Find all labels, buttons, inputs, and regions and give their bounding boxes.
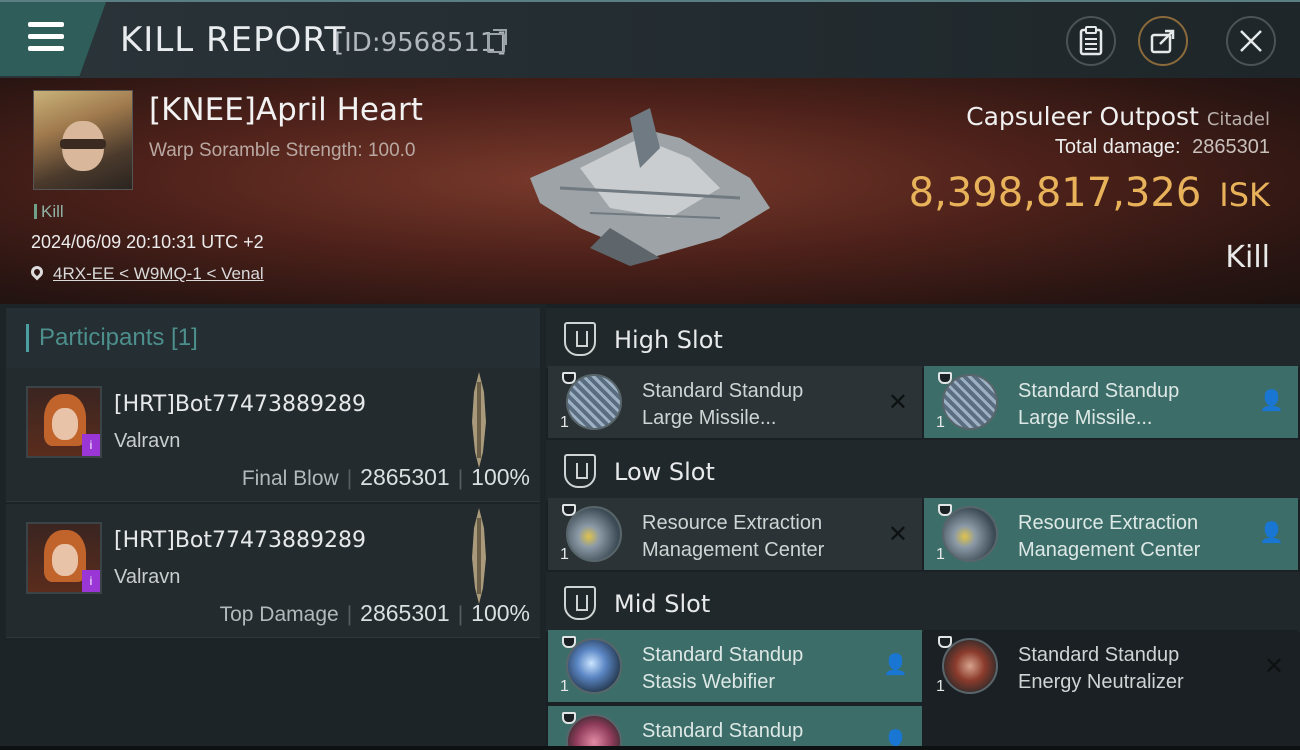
- victim-structure: Capsuleer Outpost Citadel: [966, 102, 1270, 131]
- low-slot-label: Low Slot: [614, 458, 715, 486]
- high-slot-label: High Slot: [614, 326, 723, 354]
- missile-launcher-icon: [938, 372, 998, 430]
- participant-stats: Final Blow | 2865301 | 100%: [241, 464, 530, 490]
- participant-ship: Valravn: [114, 430, 181, 452]
- destroyed-icon: ✕: [1263, 653, 1284, 680]
- extraction-center-icon: [562, 504, 622, 562]
- module-quantity: 1: [560, 414, 569, 431]
- hamburger-menu-icon[interactable]: [28, 22, 64, 52]
- module-item[interactable]: Standard Standup 👤: [548, 706, 922, 750]
- module-name: Standard Standup: [642, 720, 804, 742]
- high-slot-header: High Slot: [546, 308, 1300, 368]
- close-button[interactable]: [1226, 16, 1276, 66]
- participant-ship: Valravn: [114, 566, 181, 588]
- report-id: [ID:9568511]: [334, 28, 507, 58]
- participant-role: Final Blow: [241, 467, 339, 490]
- share-icon: [1150, 29, 1175, 54]
- module-quantity: 1: [560, 678, 569, 695]
- clipboard-button[interactable]: [1066, 16, 1116, 66]
- slot-shield-icon: [564, 586, 596, 620]
- missile-launcher-icon: [562, 372, 622, 430]
- module-name: Resource Extraction Management Center: [642, 512, 825, 561]
- copy-id-icon[interactable]: [487, 29, 507, 53]
- total-damage: Total damage: 2865301: [1055, 136, 1270, 159]
- module-name: Resource Extraction Management Center: [1018, 512, 1201, 561]
- module-item[interactable]: 1 Standard Standup Large Missile... ✕: [548, 366, 922, 438]
- location-pin-icon: [28, 263, 46, 281]
- participant-damage: 2865301: [360, 464, 450, 490]
- participant-stats: Top Damage | 2865301 | 100%: [219, 600, 530, 626]
- module-name: Standard Standup Large Missile...: [642, 380, 804, 429]
- participant-card[interactable]: i [HRT]Bot77473889289 Valravn Final Blow…: [6, 368, 540, 502]
- corp-badge-icon: i: [82, 434, 100, 456]
- module-item[interactable]: 1 Standard Standup Energy Neutralizer ✕: [924, 630, 1298, 702]
- total-damage-value: 2865301: [1192, 136, 1270, 158]
- dropped-person-icon: 👤: [883, 654, 908, 676]
- kill-tag: Kill: [34, 202, 64, 222]
- low-slot-header: Low Slot: [546, 440, 1300, 500]
- dropped-person-icon: 👤: [1259, 522, 1284, 544]
- fitting-panel: High Slot 1 Standard Standup Large Missil…: [546, 304, 1300, 750]
- bottom-border: [0, 746, 1300, 750]
- participant-damage: 2865301: [360, 600, 450, 626]
- warp-scramble-strength: Warp Soramble Strength: 100.0: [149, 140, 416, 161]
- module-item[interactable]: 1 Standard Standup Large Missile... 👤: [924, 366, 1298, 438]
- module-item[interactable]: 1 Resource Extraction Management Center 👤: [924, 498, 1298, 570]
- isk-unit: ISK: [1219, 176, 1270, 214]
- menu-tab[interactable]: [0, 2, 106, 76]
- module-name: Standard Standup Large Missile...: [1018, 380, 1180, 429]
- participant-name[interactable]: [HRT]Bot77473889289: [114, 392, 366, 417]
- participant-card[interactable]: i [HRT]Bot77473889289 Valravn Top Damage…: [6, 504, 540, 638]
- share-button[interactable]: [1138, 16, 1188, 66]
- kill-result: Kill: [1225, 240, 1270, 275]
- slot-shield-icon: [564, 454, 596, 488]
- module-quantity: 1: [936, 678, 945, 695]
- kill-location[interactable]: 4RX-EE < W9MQ-1 < Venal: [28, 263, 264, 284]
- dropped-person-icon: 👤: [1259, 390, 1284, 412]
- participant-percent: 100%: [471, 464, 530, 490]
- participants-title: Participants [1]: [26, 324, 198, 352]
- module-quantity: 1: [560, 546, 569, 563]
- slot-shield-icon: [564, 322, 596, 356]
- participant-percent: 100%: [471, 600, 530, 626]
- ship-icon: [472, 508, 486, 604]
- close-icon: [1240, 30, 1262, 52]
- victim-portrait[interactable]: [33, 90, 133, 190]
- module-item[interactable]: 1 Standard Standup Stasis Webifier 👤: [548, 630, 922, 702]
- kill-datetime: 2024/06/09 20:10:31 UTC +2: [31, 232, 264, 252]
- energy-neutralizer-icon: [938, 636, 998, 694]
- kill-summary: [KNEE]April Heart Warp Soramble Strength…: [0, 78, 1300, 304]
- participant-avatar[interactable]: i: [26, 386, 102, 458]
- structure-class: Citadel: [1206, 109, 1270, 130]
- total-damage-label: Total damage:: [1054, 136, 1181, 158]
- clipboard-icon: [1079, 26, 1103, 56]
- mid-slot-label: Mid Slot: [614, 590, 711, 618]
- ship-icon: [472, 372, 486, 468]
- destroyed-icon: ✕: [887, 521, 908, 548]
- isk-amount: 8,398,817,326: [908, 170, 1202, 216]
- page-title: KILL REPORT: [120, 20, 347, 60]
- module-quantity: 1: [936, 414, 945, 431]
- participant-name[interactable]: [HRT]Bot77473889289: [114, 528, 366, 553]
- module-item[interactable]: 1 Resource Extraction Management Center ✕: [548, 498, 922, 570]
- participant-role: Top Damage: [219, 603, 339, 626]
- participants-panel: Participants [1] i [HRT]Bot77473889289 V…: [0, 304, 546, 750]
- participant-avatar[interactable]: i: [26, 522, 102, 594]
- location-link[interactable]: 4RX-EE < W9MQ-1 < Venal: [53, 264, 264, 283]
- module-name: Standard Standup Energy Neutralizer: [1018, 644, 1184, 693]
- victim-pilot-name[interactable]: [KNEE]April Heart: [149, 92, 423, 128]
- structure-image: [530, 108, 770, 266]
- corp-badge-icon: i: [82, 570, 100, 592]
- participants-header: Participants [1]: [6, 308, 540, 368]
- module-quantity: 1: [936, 546, 945, 563]
- mid-slot-header: Mid Slot: [546, 572, 1300, 632]
- isk-value: 8,398,817,326 ISK: [909, 170, 1270, 216]
- structure-name: Capsuleer Outpost: [966, 102, 1199, 131]
- extraction-center-icon: [938, 504, 998, 562]
- destroyed-icon: ✕: [887, 389, 908, 416]
- stasis-webifier-icon: [562, 636, 622, 694]
- top-bar: KILL REPORT [ID:9568511]: [0, 0, 1300, 78]
- module-name: Standard Standup Stasis Webifier: [642, 644, 804, 693]
- module-icon: [562, 712, 622, 750]
